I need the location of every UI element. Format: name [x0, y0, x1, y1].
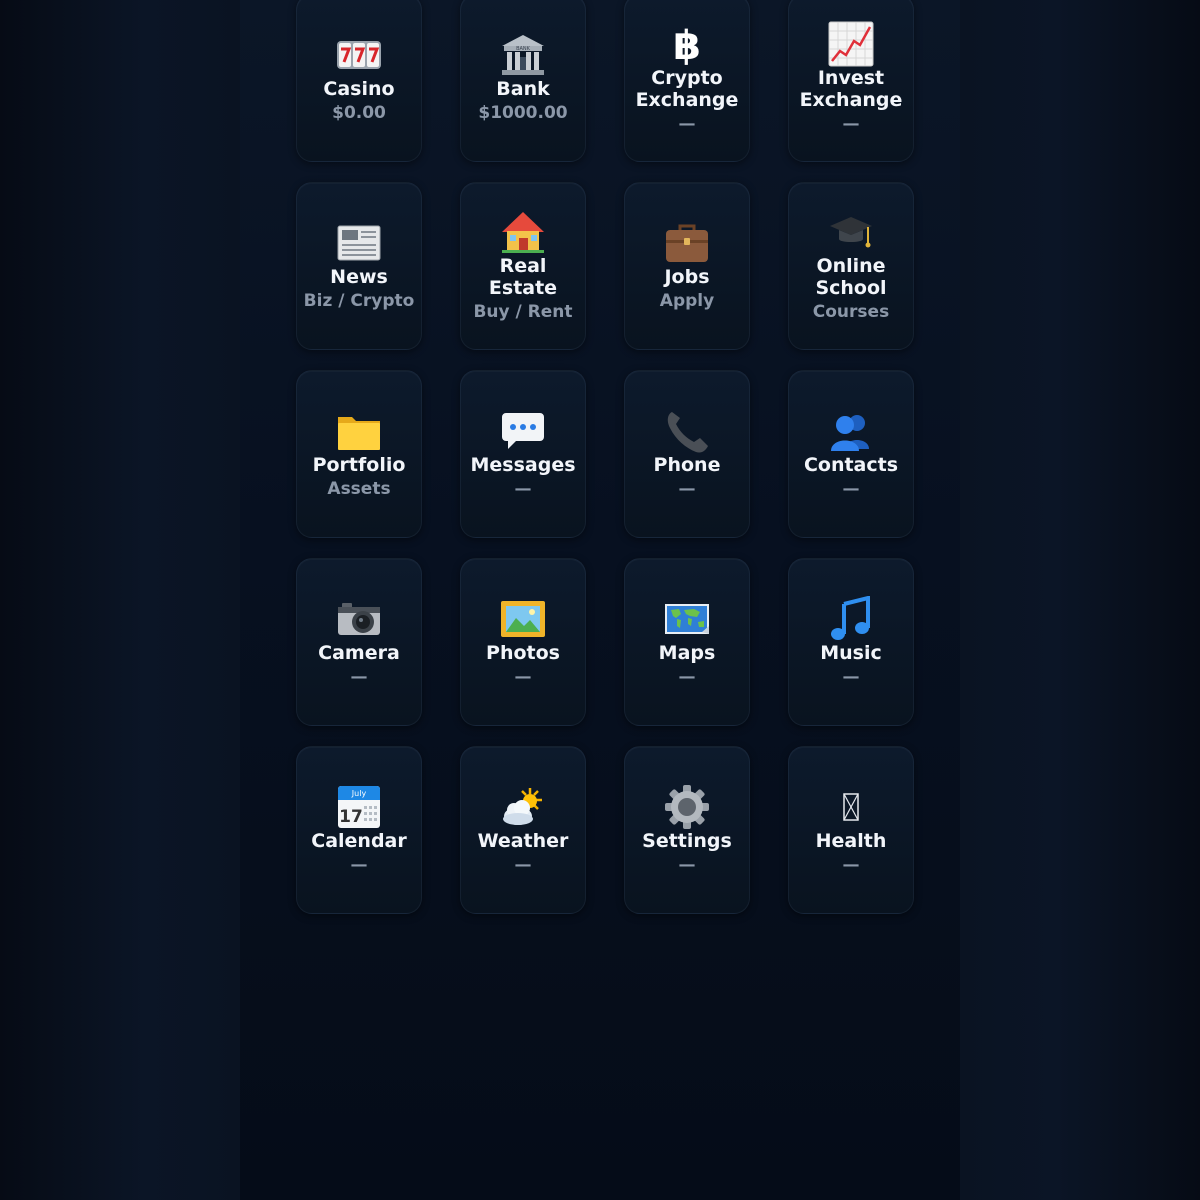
app-tile-news[interactable]: News Biz / Crypto — [296, 182, 422, 350]
app-subtitle: — — [678, 667, 696, 687]
framed-picture-icon — [499, 596, 547, 642]
app-tile-maps[interactable]: Maps — — [624, 558, 750, 726]
world-map-icon — [663, 596, 711, 642]
app-subtitle: — — [514, 855, 532, 875]
bank-icon: BANK — [499, 32, 547, 78]
svg-text:BANK: BANK — [516, 46, 531, 52]
app-tile-jobs[interactable]: Jobs Apply — [624, 182, 750, 350]
right-backdrop — [960, 0, 1200, 1200]
app-name: Invest Exchange — [799, 67, 903, 111]
app-name: Online School — [815, 255, 887, 299]
app-tile-online-school[interactable]: Online School Courses — [788, 182, 914, 350]
app-subtitle: — — [350, 855, 368, 875]
app-subtitle: — — [842, 667, 860, 687]
app-name: Calendar — [311, 830, 407, 852]
app-tile-settings[interactable]: Settings — — [624, 746, 750, 914]
app-name: Casino — [323, 78, 395, 100]
app-tile-contacts[interactable]: Contacts — — [788, 370, 914, 538]
slot-machine-icon — [335, 32, 383, 78]
app-subtitle: — — [350, 667, 368, 687]
app-subtitle: — — [678, 855, 696, 875]
chart-increasing-icon — [827, 21, 875, 67]
app-subtitle: — — [678, 114, 696, 134]
bitcoin-icon: ฿ — [663, 21, 711, 67]
app-name: Jobs — [664, 266, 710, 288]
app-tile-real-estate[interactable]: Real Estate Buy / Rent — [460, 182, 586, 350]
gear-icon — [663, 784, 711, 830]
app-subtitle: Biz / Crypto — [303, 291, 415, 311]
sun-behind-cloud-icon — [499, 784, 547, 830]
app-name: Weather — [477, 830, 569, 852]
graduation-cap-icon — [827, 209, 875, 255]
phone-receiver-icon — [663, 408, 711, 454]
people-icon — [827, 408, 875, 454]
app-tile-photos[interactable]: Photos — — [460, 558, 586, 726]
app-name: Camera — [318, 642, 400, 664]
app-name: Maps — [658, 642, 716, 664]
app-name: Settings — [642, 830, 732, 852]
app-tile-portfolio[interactable]: Portfolio Assets — [296, 370, 422, 538]
app-name: Bank — [496, 78, 550, 100]
app-subtitle: $0.00 — [332, 103, 386, 123]
app-subtitle: — — [514, 479, 532, 499]
app-grid: Casino $0.00 BANK Bank $1000.00 ฿ Crypto… — [296, 0, 914, 914]
app-tile-health[interactable]: Health — — [788, 746, 914, 914]
app-subtitle: — — [842, 855, 860, 875]
app-name: Health — [815, 830, 887, 852]
camera-icon — [335, 596, 383, 642]
app-tile-invest-exchange[interactable]: Invest Exchange — — [788, 0, 914, 162]
app-name: News — [330, 266, 388, 288]
app-name: Phone — [653, 454, 721, 476]
left-backdrop — [0, 0, 240, 1200]
app-subtitle: Assets — [327, 479, 391, 499]
app-tile-music[interactable]: Music — — [788, 558, 914, 726]
app-subtitle: — — [842, 479, 860, 499]
app-name: Real Estate — [488, 255, 558, 299]
app-tile-phone[interactable]: Phone — — [624, 370, 750, 538]
app-tile-weather[interactable]: Weather — — [460, 746, 586, 914]
app-name: Messages — [470, 454, 576, 476]
app-subtitle: — — [842, 114, 860, 134]
app-tile-crypto-exchange[interactable]: ฿ Crypto Exchange — — [624, 0, 750, 162]
app-name: Music — [820, 642, 882, 664]
app-name: Crypto Exchange — [635, 67, 739, 111]
app-tile-camera[interactable]: Camera — — [296, 558, 422, 726]
calendar-month-label: July — [351, 789, 367, 798]
calendar-icon: July 17 — [335, 784, 383, 830]
music-note-icon — [827, 596, 875, 642]
speech-bubble-icon — [499, 408, 547, 454]
app-tile-bank[interactable]: BANK Bank $1000.00 — [460, 0, 586, 162]
app-subtitle: Apply — [659, 291, 715, 311]
svg-text:฿: ฿ — [673, 23, 701, 65]
briefcase-icon — [663, 220, 711, 266]
app-name: Photos — [486, 642, 560, 664]
app-tile-casino[interactable]: Casino $0.00 — [296, 0, 422, 162]
app-subtitle: Courses — [812, 302, 890, 322]
app-subtitle: — — [514, 667, 532, 687]
app-name: Contacts — [803, 454, 899, 476]
app-tile-messages[interactable]: Messages — — [460, 370, 586, 538]
app-subtitle: Buy / Rent — [473, 302, 573, 322]
house-icon — [499, 209, 547, 255]
app-subtitle: $1000.00 — [478, 103, 568, 123]
calendar-day-label: 17 — [339, 807, 363, 827]
missing-glyph-icon — [827, 784, 875, 830]
newspaper-icon — [335, 220, 383, 266]
app-tile-calendar[interactable]: July 17 Calendar — — [296, 746, 422, 914]
app-subtitle: — — [678, 479, 696, 499]
app-name: Portfolio — [312, 454, 406, 476]
folder-icon — [335, 408, 383, 454]
